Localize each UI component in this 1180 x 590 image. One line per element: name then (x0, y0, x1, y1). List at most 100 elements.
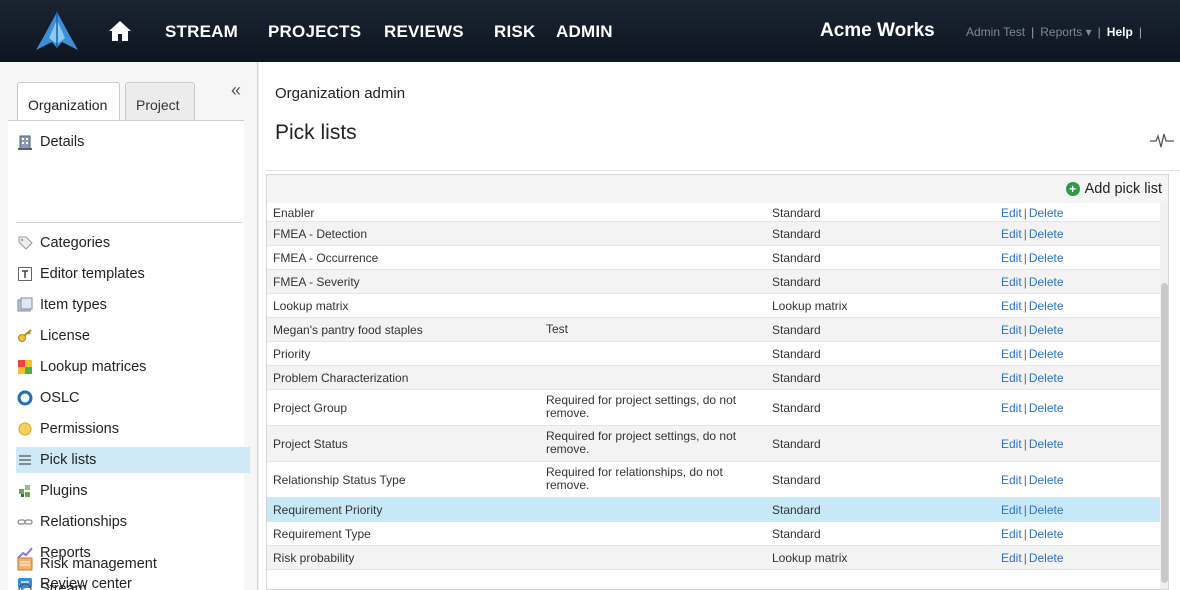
delete-link[interactable]: Delete (1029, 323, 1064, 337)
pick-list-type: Standard (772, 251, 821, 265)
pick-list-name: Requirement Priority (273, 503, 383, 517)
edit-link[interactable]: Edit (1001, 275, 1022, 289)
action-separator: | (1023, 251, 1027, 265)
activity-icon[interactable] (1149, 128, 1175, 154)
row-actions: Edit | Delete (1001, 275, 1064, 289)
top-nav-bar: STREAM PROJECTS REVIEWS RISK ADMIN Acme … (0, 0, 1180, 62)
delete-link[interactable]: Delete (1029, 503, 1064, 517)
delete-link[interactable]: Delete (1029, 527, 1064, 541)
action-separator: | (1023, 503, 1027, 517)
edit-link[interactable]: Edit (1001, 527, 1022, 541)
pick-list-name: Relationship Status Type (273, 473, 406, 487)
delete-link[interactable]: Delete (1029, 275, 1064, 289)
sidebar-item-license[interactable]: License (16, 323, 242, 349)
table-row[interactable]: Project Group Required for project settin… (267, 390, 1160, 426)
dropdown-icon[interactable]: ▾ (1086, 25, 1092, 39)
delete-link[interactable]: Delete (1029, 299, 1064, 313)
sidebar-item-relationships[interactable]: Relationships (16, 509, 242, 535)
sidebar-item-permissions[interactable]: Permissions (16, 416, 242, 442)
delete-link[interactable]: Delete (1029, 347, 1064, 361)
nav-risk[interactable]: RISK (494, 22, 535, 42)
nav-projects[interactable]: PROJECTS (268, 22, 361, 42)
edit-link[interactable]: Edit (1001, 437, 1022, 451)
table-row[interactable]: Problem Characterization Standard Edit | Del… (267, 366, 1160, 390)
collapse-panel-icon[interactable]: « (231, 80, 241, 101)
table-row[interactable]: FMEA - Severity Standard Edit | Delete (267, 270, 1160, 294)
sidebar-item-item-types[interactable]: Item types (16, 292, 242, 318)
pick-lists-grid: + Add pick list Enabler Standard Edit | Dele… (266, 174, 1169, 590)
sidebar-item-oslc[interactable]: OSLC (16, 385, 242, 411)
action-separator: | (1023, 551, 1027, 565)
edit-link[interactable]: Edit (1001, 227, 1022, 241)
sidebar-item-label: Permissions (40, 421, 119, 437)
delete-link[interactable]: Delete (1029, 206, 1064, 220)
sidebar-item-stream[interactable]: Stream (16, 581, 242, 590)
pick-list-name: Risk probability (273, 551, 355, 565)
action-separator: | (1023, 347, 1027, 361)
pick-list-name: Project Status (273, 437, 348, 451)
edit-link[interactable]: Edit (1001, 401, 1022, 415)
nav-stream[interactable]: STREAM (165, 22, 238, 42)
user-menu[interactable]: Admin Test (966, 25, 1025, 39)
matrix-icon (16, 358, 34, 376)
edit-link[interactable]: Edit (1001, 251, 1022, 265)
table-row[interactable]: Risk probability Lookup matrix Edit | Delete (267, 546, 1160, 570)
sidebar-item-lookup-matrices[interactable]: Lookup matrices (16, 354, 242, 380)
grid-toolbar: + Add pick list (267, 175, 1168, 203)
delete-link[interactable]: Delete (1029, 251, 1064, 265)
table-row[interactable]: Project Status Required for project setti… (267, 426, 1160, 462)
row-actions: Edit | Delete (1001, 206, 1064, 220)
add-pick-list-button[interactable]: + Add pick list (1065, 181, 1162, 197)
edit-link[interactable]: Edit (1001, 206, 1022, 220)
pick-list-name: Megan's pantry food staples (273, 323, 423, 337)
table-row[interactable]: Enabler Standard Edit | Delete (267, 203, 1160, 222)
delete-link[interactable]: Delete (1029, 371, 1064, 385)
table-row[interactable]: Requirement Priority Standard Edit | Delete (267, 498, 1160, 522)
sidebar-item-categories[interactable]: Categories (16, 230, 242, 256)
table-row[interactable]: Relationship Status Type Required for rel… (267, 462, 1160, 498)
edit-link[interactable]: Edit (1001, 323, 1022, 337)
scroll-thumb[interactable] (1161, 283, 1168, 583)
pick-list-description: Required for project settings, do not re… (546, 393, 737, 420)
table-row[interactable]: Priority Standard Edit | Delete (267, 342, 1160, 366)
sidebar-item-editor-templates[interactable]: Editor templates (16, 261, 242, 287)
pick-list-name: Priority (273, 347, 311, 361)
delete-link[interactable]: Delete (1029, 437, 1064, 451)
action-separator: | (1023, 371, 1027, 385)
nav-reviews[interactable]: REVIEWS (384, 22, 464, 42)
edit-link[interactable]: Edit (1001, 473, 1022, 487)
delete-link[interactable]: Delete (1029, 227, 1064, 241)
table-row[interactable]: Requirement Type Standard Edit | Delete (267, 522, 1160, 546)
delete-link[interactable]: Delete (1029, 473, 1064, 487)
delete-link[interactable]: Delete (1029, 401, 1064, 415)
edit-link[interactable]: Edit (1001, 371, 1022, 385)
page-title: Pick lists (275, 121, 357, 144)
pick-list-description: Required for project settings, do not re… (546, 429, 737, 456)
pick-list-rows: Enabler Standard Edit | Delete FMEA - Detecti… (267, 203, 1160, 570)
pick-list-name: FMEA - Severity (273, 275, 360, 289)
table-row[interactable]: Megan's pantry food staples Test Standard E… (267, 318, 1160, 342)
sidebar-item-risk-management[interactable]: Risk management (16, 551, 242, 577)
tab-project[interactable]: Project (125, 82, 195, 120)
reports-menu[interactable]: Reports (1040, 25, 1082, 39)
edit-link[interactable]: Edit (1001, 551, 1022, 565)
table-row[interactable]: FMEA - Occurrence Standard Edit | Delete (267, 246, 1160, 270)
nav-admin[interactable]: ADMIN (556, 22, 613, 42)
app-logo-icon[interactable] (32, 10, 82, 52)
edit-link[interactable]: Edit (1001, 347, 1022, 361)
pick-list-name: FMEA - Occurrence (273, 251, 379, 265)
vertical-scrollbar[interactable] (1160, 203, 1168, 589)
home-icon[interactable] (108, 20, 132, 42)
edit-link[interactable]: Edit (1001, 299, 1022, 313)
tab-organization[interactable]: Organization (17, 82, 120, 120)
edit-link[interactable]: Edit (1001, 503, 1022, 517)
delete-link[interactable]: Delete (1029, 551, 1064, 565)
sidebar-item-pick-lists[interactable]: Pick lists (16, 447, 250, 473)
action-separator: | (1023, 473, 1027, 487)
table-row[interactable]: Lookup matrix Lookup matrix Edit | Delete (267, 294, 1160, 318)
sidebar-item-details[interactable]: Details (16, 129, 242, 155)
help-link[interactable]: Help (1107, 25, 1133, 39)
table-row[interactable]: FMEA - Detection Standard Edit | Delete (267, 222, 1160, 246)
sidebar-item-label: Stream (40, 581, 87, 590)
sidebar-item-plugins[interactable]: Plugins (16, 478, 242, 504)
